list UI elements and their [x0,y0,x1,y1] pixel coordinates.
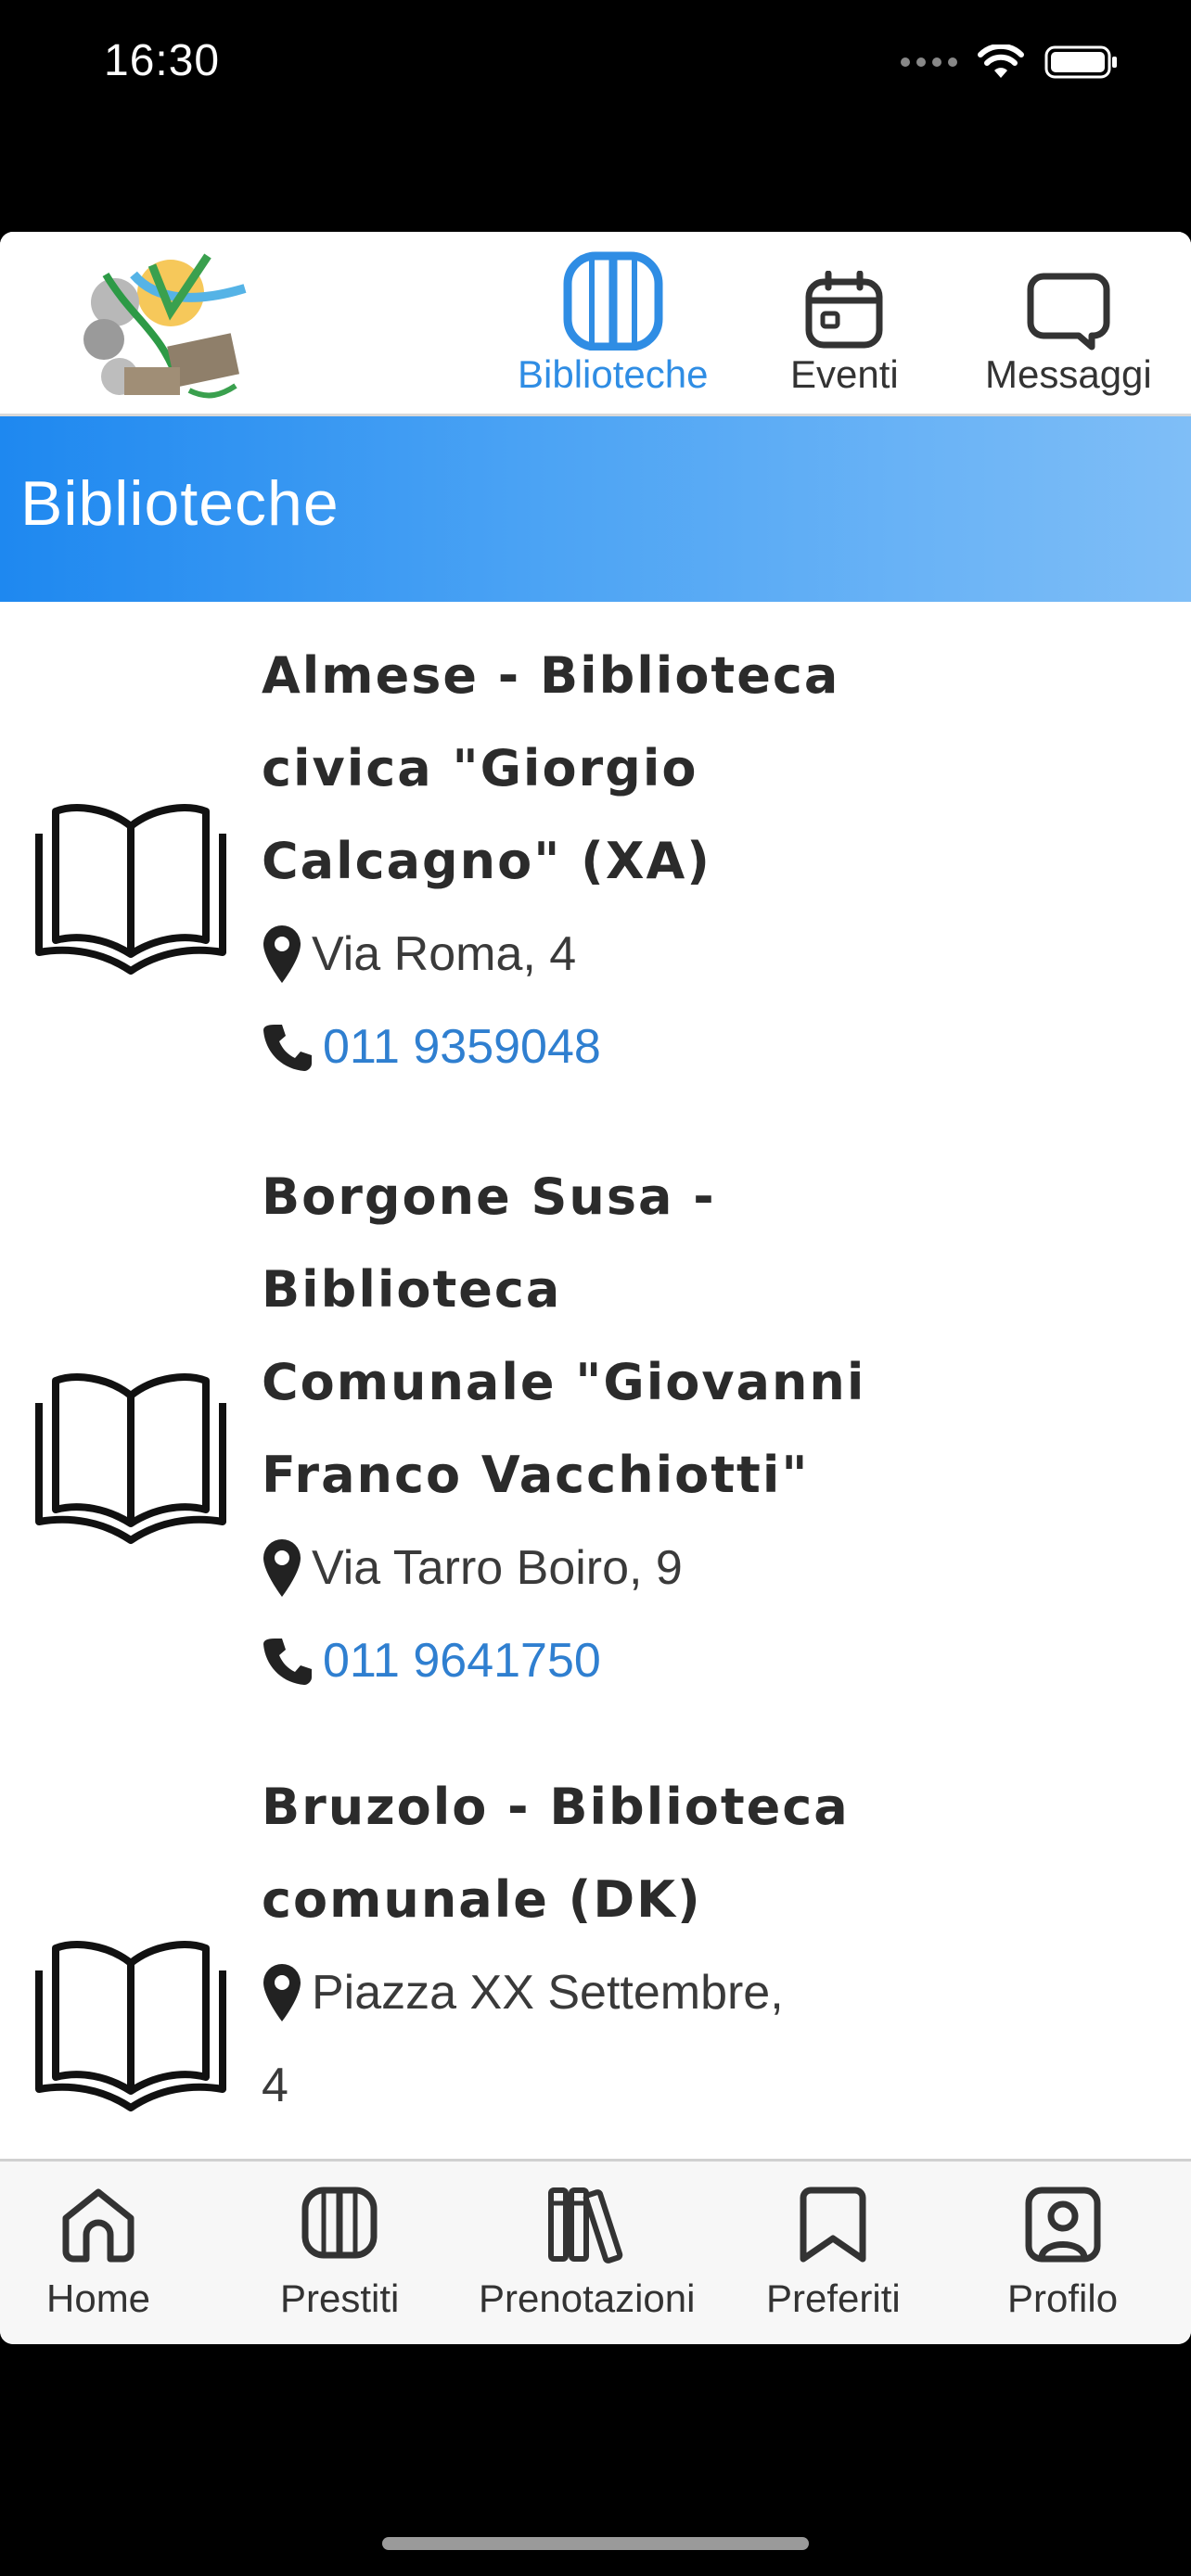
phone-screen: 16:30 Biblioteche Eventi Messaggi Biblio… [0,0,1191,2576]
open-book-icon [35,804,226,975]
bookmark-icon [800,2187,866,2263]
library-name-line: civica "Giorgio [262,739,698,797]
home-indicator[interactable] [382,2537,809,2550]
library-name-line: Franco Vacchiotti" [262,1446,810,1504]
tab-messaggi[interactable]: Messaggi [985,247,1152,397]
phone-link[interactable]: 011 9359048 [323,1001,601,1093]
library-name: Almese - Biblioteca civica "Giorgio Calc… [262,630,911,908]
books-shelf-icon [547,2187,622,2264]
phone-icon [263,1025,312,1071]
tab-label: Biblioteche [518,352,709,396]
phone-icon [263,1639,312,1685]
library-phone-row: 011 9359048 [262,1001,911,1093]
address-text: Via Roma, 4 [312,927,577,981]
tab-eventi[interactable]: Eventi [790,247,899,397]
status-icons [901,45,1119,80]
tab-label: Preferiti [766,2276,901,2320]
library-list[interactable]: Almese - Biblioteca civica "Giorgio Calc… [0,602,1191,2344]
address-text: 4 [262,2059,288,2112]
profile-icon [1025,2187,1101,2263]
tab-label: Eventi [790,352,899,396]
tab-home[interactable]: Home [46,2174,150,2321]
cellular-signal-icon [901,57,957,67]
open-book-icon [35,1941,226,2111]
library-phone-row: 011 9641750 [262,1614,911,1707]
library-name-line: Borgone Susa - [262,1167,716,1226]
chat-bubbles-icon [1027,273,1110,351]
tab-label: Messaggi [985,352,1152,396]
page-header: Biblioteche [0,416,1191,602]
tab-prestiti[interactable]: Prestiti [280,2174,399,2321]
library-name-line: comunale (DK) [262,1870,702,1929]
library-address: Via Roma, 4 [262,908,911,1001]
tab-preferiti[interactable]: Preferiti [766,2174,901,2321]
tab-label: Profilo [1007,2276,1119,2320]
map-pin-icon [263,925,301,983]
bottom-tab-bar: Home Prestiti Prenotazioni Preferiti Pro… [0,2159,1191,2344]
library-name-line: Calcagno" (XA) [262,832,711,890]
home-icon [62,2188,134,2263]
library-name-line: Biblioteca [262,1260,562,1319]
library-name-line: Comunale "Giovanni [262,1353,866,1411]
list-item[interactable]: Borgone Susa - Biblioteca Comunale "Giov… [0,1121,1191,1733]
top-nav: Biblioteche Eventi Messaggi [0,232,1191,416]
tab-label: Prestiti [280,2276,400,2320]
tab-label: Home [46,2276,151,2320]
address-text: Via Tarro Boiro, 9 [312,1541,683,1595]
library-name-line: Almese - Biblioteca [262,646,840,705]
library-address: Via Tarro Boiro, 9 [262,1522,911,1614]
library-address: Piazza XX Settembre, [262,1946,911,2039]
tab-label: Prenotazioni [479,2276,696,2320]
page-title: Biblioteche [20,468,339,539]
open-book-icon [563,251,663,351]
open-book-icon [35,1373,226,1544]
tab-prenotazioni[interactable]: Prenotazioni [479,2174,695,2321]
map-pin-icon [263,1964,301,2021]
library-name-line: Bruzolo - Biblioteca [262,1778,850,1836]
library-name: Borgone Susa - Biblioteca Comunale "Giov… [262,1151,911,1522]
status-time: 16:30 [104,36,221,85]
book-loans-icon [301,2187,378,2259]
phone-link[interactable]: 011 9641750 [323,1614,601,1707]
library-name: Bruzolo - Biblioteca comunale (DK) [262,1761,911,1946]
calendar-icon [805,271,883,349]
list-item[interactable]: Almese - Biblioteca civica "Giorgio Calc… [0,602,1191,1121]
app-logo [83,253,247,399]
library-address-continued: 4 [262,2039,911,2132]
tab-profilo[interactable]: Profilo [1007,2174,1118,2321]
tab-biblioteche[interactable]: Biblioteche [518,247,708,397]
address-text: Piazza XX Settembre, [312,1966,784,2020]
app-container: Biblioteche Eventi Messaggi Biblioteche … [0,232,1191,2344]
battery-icon [1044,45,1117,79]
wifi-icon [978,45,1024,78]
status-bar: 16:30 [0,0,1191,139]
map-pin-icon [263,1539,301,1597]
